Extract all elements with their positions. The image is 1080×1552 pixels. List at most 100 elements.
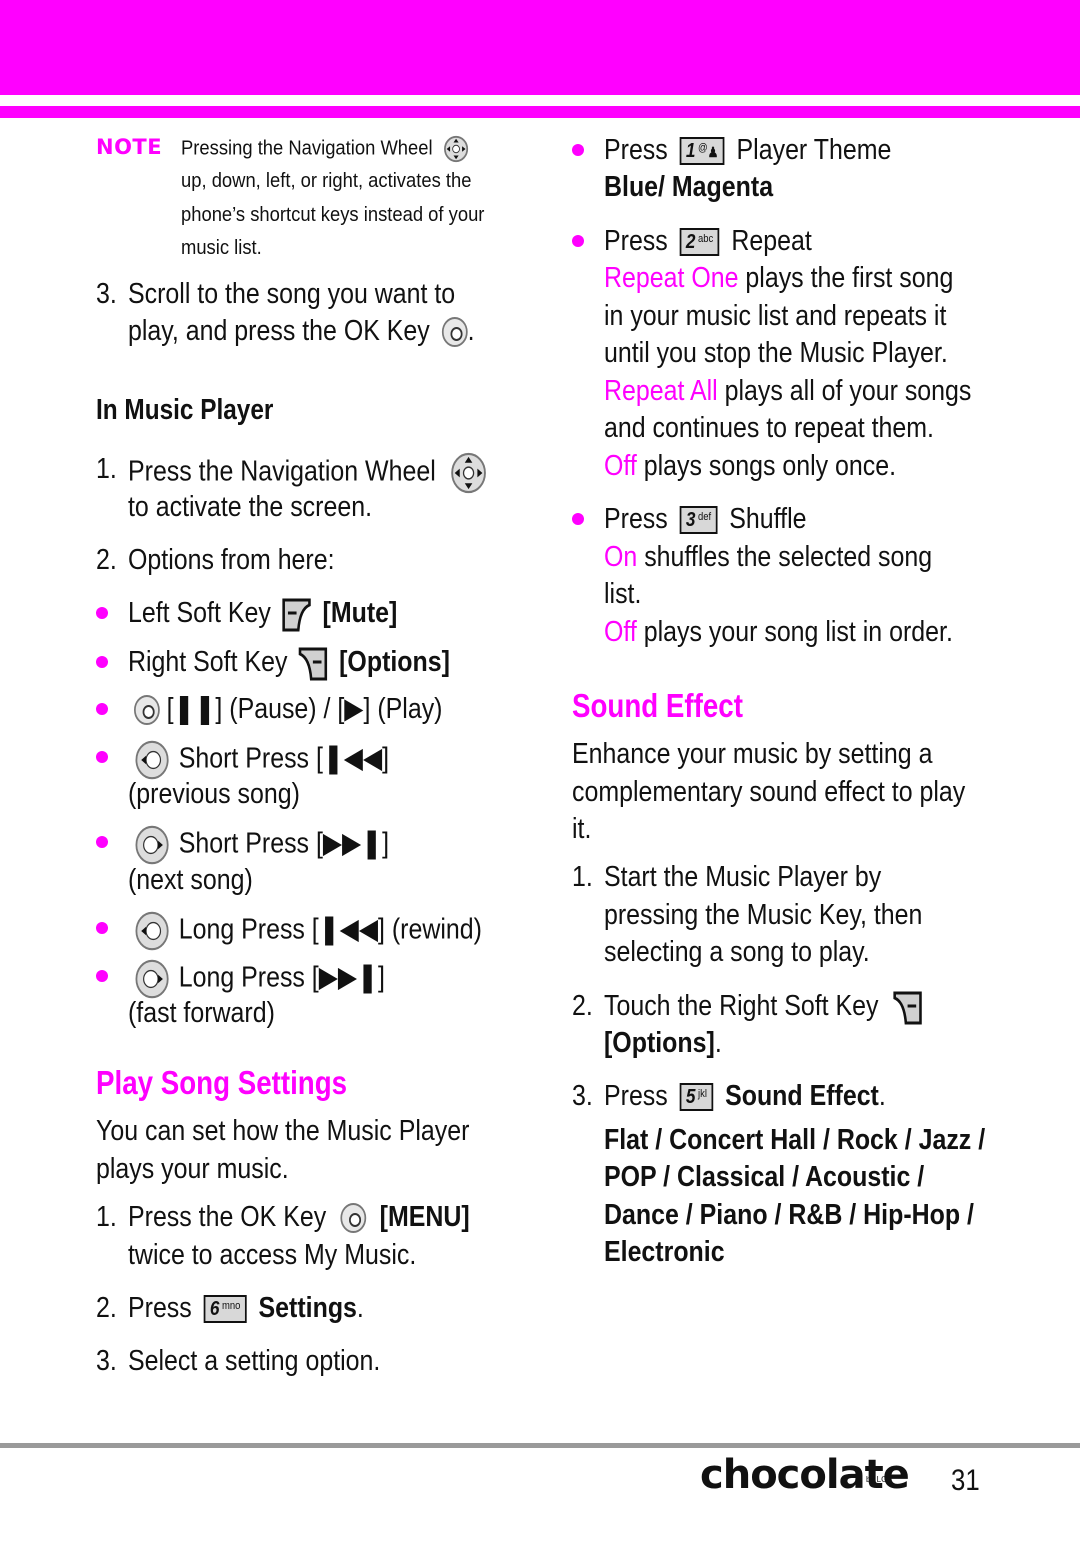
section-heading-music-player: In Music Player — [96, 394, 274, 426]
nav-right-icon — [134, 958, 170, 1000]
option-short-press-prev: Short Press [❚◀◀] — [134, 739, 389, 781]
option-repeat: Press 2 abc Repeat — [604, 223, 812, 259]
nav-left-icon — [134, 739, 170, 781]
key-digit: 2 — [685, 231, 696, 254]
step-number: 1. — [572, 861, 593, 893]
step-number: 2. — [96, 1292, 117, 1324]
note-line: Pressing the Navigation Wheel — [181, 135, 469, 163]
key-5-icon: 5 jkl — [679, 1083, 713, 1112]
desc-line: in your music list and repeats it — [604, 300, 947, 332]
key-digit: 6 — [209, 1298, 220, 1321]
paragraph-line: Enhance your music by setting a — [572, 738, 933, 770]
option-bold: [Mute] — [322, 597, 398, 629]
navigation-wheel-icon — [450, 451, 488, 495]
step-number: 3. — [96, 278, 117, 310]
repeat-one-label: Repeat One — [604, 262, 739, 294]
bullet — [96, 970, 108, 982]
nav-left-icon — [134, 910, 170, 952]
step-number: 3. — [572, 1080, 593, 1112]
desc: plays all of your songs — [724, 375, 972, 407]
section-heading-play-song-settings: Play Song Settings — [96, 1064, 348, 1101]
sound-effect-options: POP / Classical / Acoustic / — [604, 1161, 925, 1193]
desc-line: and continues to repeat them. — [604, 412, 934, 444]
option-text: Left Soft Key — [128, 597, 271, 629]
ok-key-icon — [134, 695, 160, 726]
step-text: to activate the screen. — [128, 491, 372, 523]
step-text-part: Press the OK Key — [128, 1201, 327, 1233]
period: . — [356, 1292, 364, 1324]
option-label: Player Theme — [736, 134, 892, 166]
sound-effect-options: Dance / Piano / R&B / Hip-Hop / — [604, 1199, 974, 1231]
right-soft-key-icon — [298, 645, 329, 682]
step-text: Scroll to the song you want to — [128, 278, 456, 310]
option-long-press-ff: Long Press [▶▶❚] — [134, 958, 385, 1000]
option-pause-play: [❚❚] (Pause) / [▶] (Play) — [134, 691, 442, 727]
step-number: 2. — [96, 544, 117, 576]
paragraph-line: plays your music. — [96, 1153, 289, 1185]
page-number: 31 — [951, 1464, 980, 1497]
repeat-off-line: Off plays songs only once. — [604, 448, 896, 484]
option-short-press-next: Short Press [▶▶❚] — [134, 824, 389, 866]
repeat-all-line: Repeat All plays all of your songs — [604, 373, 971, 409]
option-text: Right Soft Key — [128, 646, 288, 678]
option-label: Shuffle — [729, 503, 807, 535]
option-text: [❚❚] (Pause) / [▶] (Play) — [166, 693, 443, 725]
option-text: Long Press [❚◀◀] (rewind) — [178, 913, 482, 946]
bullet — [96, 836, 108, 848]
press-text: Press — [604, 134, 668, 166]
note-label: NOTE — [96, 135, 163, 159]
key-letters: @ — [698, 142, 708, 155]
key-6-icon: 6 mno — [203, 1295, 247, 1324]
paragraph-line: You can set how the Music Player — [96, 1115, 470, 1147]
sound-effect-options: Electronic — [604, 1236, 725, 1268]
bullet — [96, 703, 108, 715]
option-right-soft-key: Right Soft Key [Options] — [128, 644, 450, 682]
logo-by-lg: by LG — [866, 1475, 888, 1484]
off-label: Off — [604, 450, 637, 482]
step-text: Touch the Right Soft Key — [604, 988, 923, 1026]
step-number: 1. — [96, 453, 117, 485]
settings-label: Settings — [258, 1292, 357, 1324]
step-text: pressing the Music Key, then — [604, 899, 923, 931]
options-label: [Options] — [604, 1027, 715, 1059]
option-text-line2: (fast forward) — [128, 997, 275, 1029]
option-left-soft-key: Left Soft Key [Mute] — [128, 595, 397, 633]
menu-label: [MENU] — [379, 1201, 470, 1233]
on-label: On — [604, 541, 638, 573]
step-text: twice to access My Music. — [128, 1239, 417, 1271]
key-3-icon: 3 def — [679, 506, 718, 535]
desc: plays songs only once. — [643, 450, 897, 482]
right-soft-key-icon — [892, 989, 923, 1026]
step-text: [Options]. — [604, 1025, 722, 1061]
note-text: Pressing the Navigation Wheel — [181, 137, 433, 160]
shuffle-on-line: On shuffles the selected song — [604, 539, 932, 575]
step-number: 2. — [572, 990, 593, 1022]
option-text: Short Press [❚◀◀] — [178, 742, 390, 775]
ok-key-icon — [441, 317, 468, 348]
option-player-theme: Press 1 @♟ Player Theme — [604, 132, 891, 168]
bullet — [96, 656, 108, 668]
option-text: Long Press [▶▶❚] — [178, 961, 385, 994]
step-number: 1. — [96, 1201, 117, 1233]
step-text-part: play, and press the OK Key — [128, 315, 430, 347]
step-text: Press the OK Key [MENU] — [128, 1199, 470, 1235]
key-letters: abc — [698, 233, 714, 246]
step-text: Press 5 jkl Sound Effect. — [604, 1078, 886, 1114]
paragraph-line: complementary sound effect to play — [572, 776, 966, 808]
key-digit: 3 — [685, 509, 696, 532]
step-text: Select a setting option. — [128, 1345, 381, 1377]
option-long-press-rewind: Long Press [❚◀◀] (rewind) — [134, 910, 482, 952]
ok-key-icon — [340, 1203, 366, 1234]
desc: plays the first song — [745, 262, 954, 294]
header-stripe — [0, 106, 1080, 118]
option-bold: [Options] — [339, 646, 450, 678]
press-text: Press — [604, 503, 668, 535]
step-text-part: Press — [128, 1292, 192, 1324]
option-label: Repeat — [731, 225, 812, 257]
step-text-part: Touch the Right Soft Key — [604, 990, 879, 1022]
bullet — [572, 144, 584, 156]
shuffle-off-line: Off plays your song list in order. — [604, 614, 953, 650]
step-text: selecting a song to play. — [604, 936, 870, 968]
desc-line: list. — [604, 578, 642, 610]
step-number: 3. — [96, 1345, 117, 1377]
